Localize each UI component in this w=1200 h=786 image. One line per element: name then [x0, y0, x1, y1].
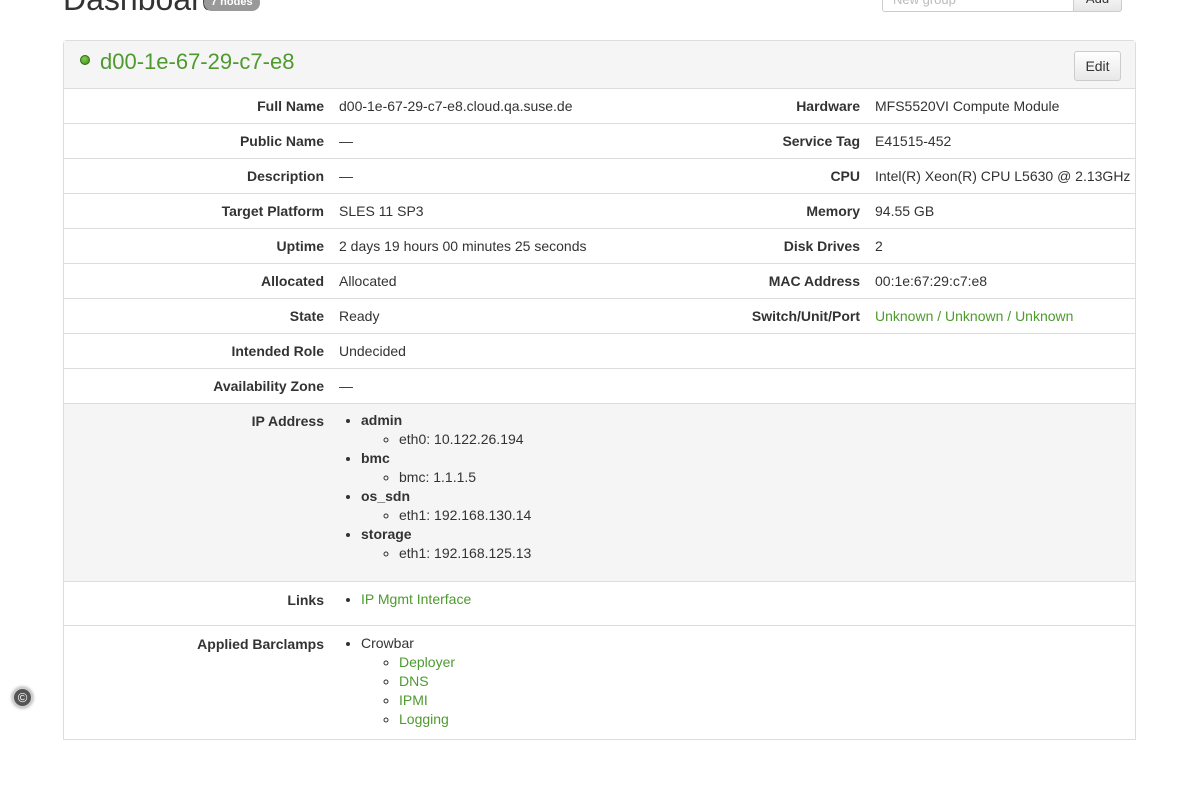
detail-label: Allocated [260, 273, 324, 289]
detail-value: Undecided [339, 343, 406, 359]
detail-label: Switch/Unit/Port [751, 308, 860, 324]
detail-value: Allocated [339, 273, 397, 289]
network-item: bmc bmc: 1.1.1.5 [361, 449, 531, 487]
detail-value: 2 days 19 hours 00 minutes 25 seconds [339, 238, 587, 254]
node-count-badge: 7 nodes [204, 0, 260, 11]
detail-label: State [289, 308, 324, 324]
network-item: os_sdn eth1: 192.168.130.14 [361, 487, 531, 525]
detail-value: Intel(R) Xeon(R) CPU L5630 @ 2.13GHz [875, 168, 1131, 184]
detail-row: Intended Role Undecided [64, 334, 1135, 369]
new-group-input[interactable] [882, 0, 1074, 12]
panel-header: d00-1e-67-29-c7-e8 Edit [64, 41, 1135, 89]
copyright-icon[interactable]: © [12, 687, 33, 708]
detail-label: Hardware [796, 98, 860, 114]
barclamp-deployer-link[interactable]: Deployer [399, 654, 455, 670]
detail-label: Description [246, 168, 324, 184]
barclamp-ipmi-link[interactable]: IPMI [399, 692, 428, 708]
barclamp-group-name: Crowbar [361, 635, 414, 651]
detail-label: MAC Address [768, 273, 860, 289]
detail-label: Applied Barclamps [197, 636, 324, 652]
detail-label: Links [287, 592, 324, 608]
node-name-title: d00-1e-67-29-c7-e8 [100, 49, 295, 74]
detail-label: IP Address [251, 413, 324, 429]
detail-row: Allocated Allocated MAC Address 00:1e:67… [64, 264, 1135, 299]
network-interface: bmc: 1.1.1.5 [399, 468, 531, 487]
network-interface: eth1: 192.168.130.14 [399, 506, 531, 525]
detail-row: Description — CPU Intel(R) Xeon(R) CPU L… [64, 159, 1135, 194]
page-header: Dashboard 7 nodes Add [0, 0, 1200, 15]
detail-value: MFS5520VI Compute Module [875, 98, 1060, 114]
detail-row: Target Platform SLES 11 SP3 Memory 94.55… [64, 194, 1135, 229]
detail-value: — [339, 168, 353, 184]
node-panel: d00-1e-67-29-c7-e8 Edit Full Name d00-1e… [63, 40, 1136, 740]
detail-value: — [339, 378, 353, 394]
barclamp-item: IPMI [399, 691, 455, 710]
switch-port-link[interactable]: Unknown / Unknown / Unknown [875, 308, 1073, 324]
detail-label: Uptime [276, 238, 324, 254]
network-interface: eth0: 10.122.26.194 [399, 430, 531, 449]
edit-button[interactable]: Edit [1074, 51, 1121, 81]
network-item: storage eth1: 192.168.125.13 [361, 525, 531, 563]
ip-address-list: admin eth0: 10.122.26.194 bmc bmc: 1.1.1… [324, 404, 531, 581]
network-item: admin eth0: 10.122.26.194 [361, 411, 531, 449]
ip-address-row: IP Address admin eth0: 10.122.26.194 bmc… [64, 404, 1135, 582]
detail-label: Target Platform [221, 203, 324, 219]
network-name: storage [361, 526, 412, 542]
detail-label: Availability Zone [213, 378, 324, 394]
barclamps-list: Crowbar Deployer DNS IPMI Logging [324, 626, 455, 786]
links-row: Links IP Mgmt Interface [64, 582, 1135, 626]
detail-label: Full Name [257, 98, 324, 114]
detail-label: Disk Drives [783, 238, 860, 254]
detail-value: SLES 11 SP3 [339, 203, 424, 219]
barclamps-row: Applied Barclamps Crowbar Deployer DNS I… [64, 626, 1135, 786]
detail-row: State Ready Switch/Unit/Port Unknown / U… [64, 299, 1135, 334]
detail-label: Memory [806, 203, 860, 219]
detail-value: 00:1e:67:29:c7:e8 [875, 273, 988, 289]
detail-row: Public Name — Service Tag E41515-452 [64, 124, 1135, 159]
barclamp-group: Crowbar Deployer DNS IPMI Logging [361, 634, 455, 729]
detail-label: Public Name [239, 133, 324, 149]
ip-mgmt-interface-link[interactable]: IP Mgmt Interface [361, 591, 471, 607]
detail-value: 2 [875, 238, 883, 254]
detail-value: — [339, 133, 353, 149]
detail-value: E41515-452 [875, 133, 952, 149]
detail-label: Intended Role [231, 343, 324, 359]
switch-unit-port-value: Unknown / Unknown / Unknown [860, 299, 1073, 333]
detail-row: Full Name d00-1e-67-29-c7-e8.cloud.qa.su… [64, 89, 1135, 124]
barclamp-item: DNS [399, 672, 455, 691]
barclamp-dns-link[interactable]: DNS [399, 673, 429, 689]
detail-label: Service Tag [782, 133, 860, 149]
detail-label: CPU [830, 168, 860, 184]
link-item: IP Mgmt Interface [361, 590, 471, 609]
barclamp-logging-link[interactable]: Logging [399, 711, 449, 727]
network-name: os_sdn [361, 488, 411, 504]
network-interface: eth1: 192.168.125.13 [399, 544, 531, 563]
detail-value: 94.55 GB [875, 203, 935, 219]
links-list: IP Mgmt Interface [324, 582, 471, 625]
barclamp-item: Deployer [399, 653, 455, 672]
detail-value: d00-1e-67-29-c7-e8.cloud.qa.suse.de [339, 98, 573, 114]
page-title: Dashboard [63, 0, 220, 15]
detail-row: Uptime 2 days 19 hours 00 minutes 25 sec… [64, 229, 1135, 264]
network-name: bmc [361, 450, 390, 466]
detail-row: Availability Zone — [64, 369, 1135, 404]
add-group-button[interactable]: Add [1074, 0, 1122, 12]
status-ready-icon [80, 55, 90, 65]
detail-value: Ready [339, 308, 380, 324]
network-name: admin [361, 412, 403, 428]
